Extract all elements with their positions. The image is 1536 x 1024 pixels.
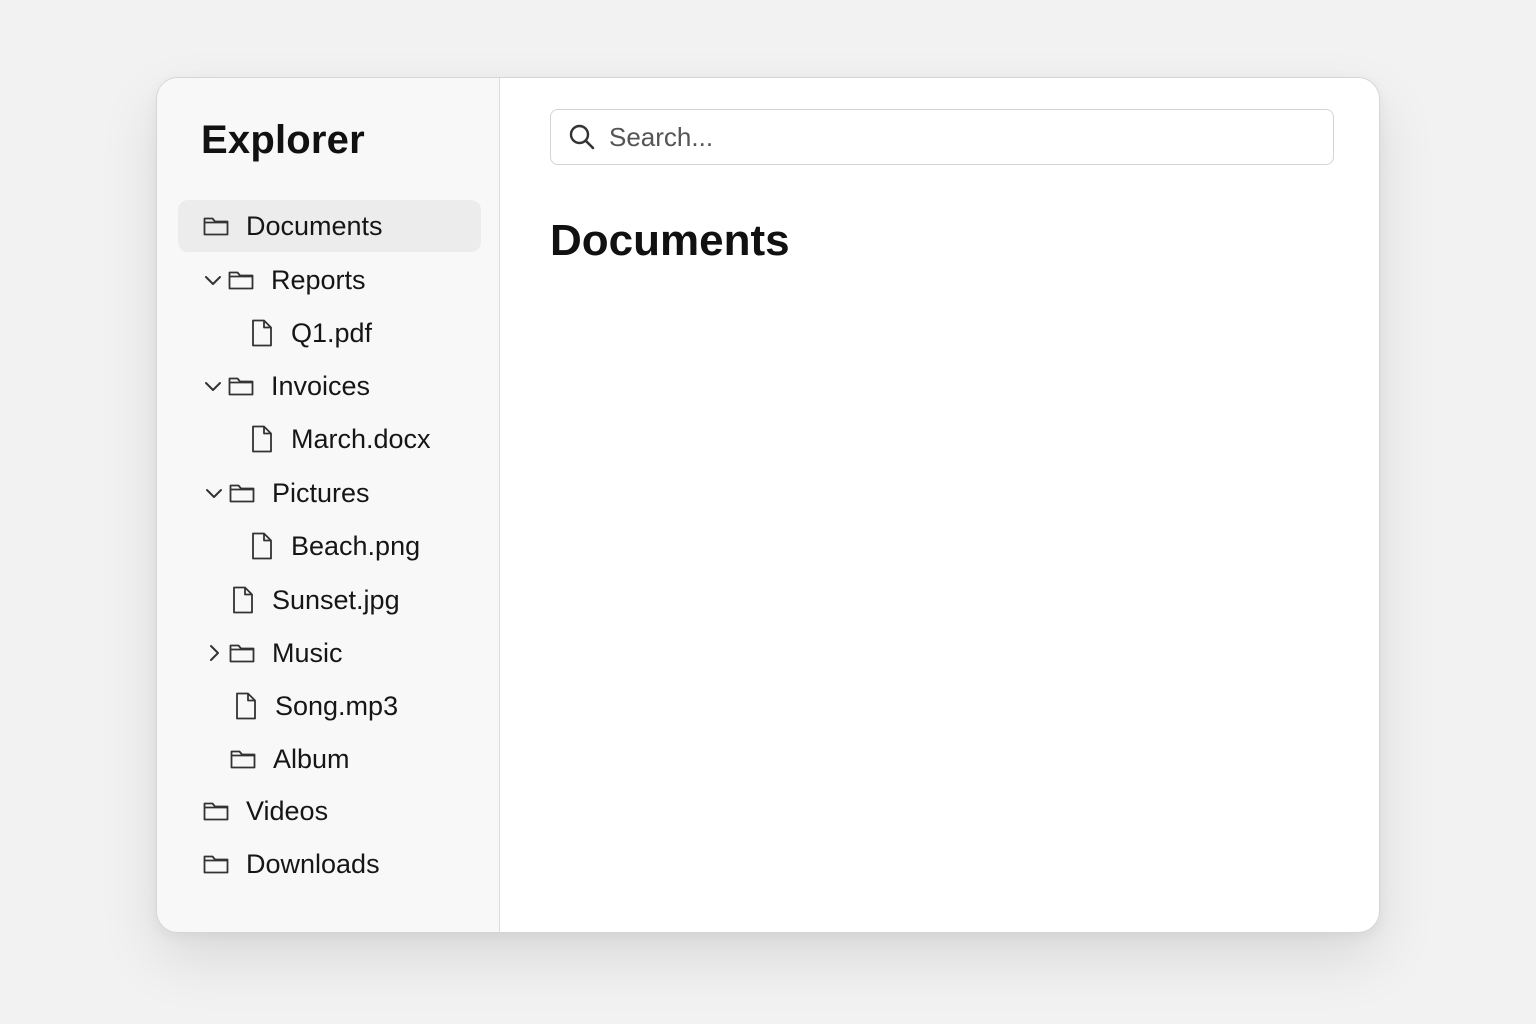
tree-item-label: Invoices <box>271 370 371 401</box>
tree-item-label: Beach.png <box>291 530 421 561</box>
tree-item-music[interactable]: Music <box>203 627 343 679</box>
tree-item-label: Song.mp3 <box>275 690 399 721</box>
app-title: Explorer <box>201 118 365 162</box>
tree-item-documents[interactable]: Documents <box>178 200 481 252</box>
tree-item-march-docx[interactable]: March.docx <box>249 413 431 465</box>
folder-icon <box>228 479 256 507</box>
tree-item-videos[interactable]: Videos <box>202 785 328 837</box>
tree-item-label: Music <box>272 637 343 668</box>
tree-item-q1-pdf[interactable]: Q1.pdf <box>249 307 372 359</box>
chevron-down-icon[interactable] <box>202 269 224 291</box>
tree-item-album[interactable]: Album <box>229 733 350 785</box>
search-box[interactable] <box>550 109 1334 165</box>
folder-icon <box>229 745 257 773</box>
folder-icon <box>227 372 255 400</box>
tree-item-label: Album <box>273 743 350 774</box>
tree-item-pictures[interactable]: Pictures <box>203 467 370 519</box>
folder-icon <box>227 266 255 294</box>
main-content: Documents <box>500 78 1379 932</box>
chevron-down-icon[interactable] <box>202 375 224 397</box>
search-icon <box>567 122 597 152</box>
folder-icon <box>202 212 230 240</box>
folder-icon <box>202 850 230 878</box>
folder-icon <box>202 797 230 825</box>
tree-item-label: March.docx <box>291 423 431 454</box>
search-input[interactable] <box>609 121 1309 153</box>
file-icon <box>249 531 275 561</box>
tree-item-reports[interactable]: Reports <box>202 254 366 306</box>
file-icon <box>230 585 256 615</box>
file-icon <box>249 318 275 348</box>
file-icon <box>233 691 259 721</box>
page-title: Documents <box>550 216 790 265</box>
sidebar: Explorer Documents Reports Q1.pdf Invoic… <box>157 78 500 932</box>
tree-item-beach-png[interactable]: Beach.png <box>249 520 420 572</box>
tree-item-sunset-jpg[interactable]: Sunset.jpg <box>230 574 400 626</box>
tree-item-downloads[interactable]: Downloads <box>202 838 380 890</box>
tree-item-invoices[interactable]: Invoices <box>202 360 370 412</box>
tree-item-song-mp3[interactable]: Song.mp3 <box>233 680 398 732</box>
chevron-down-icon[interactable] <box>203 482 225 504</box>
tree-item-label: Reports <box>271 264 366 295</box>
folder-icon <box>228 639 256 667</box>
tree-item-label: Sunset.jpg <box>272 584 400 615</box>
tree-item-label: Downloads <box>246 848 380 879</box>
tree-item-label: Pictures <box>272 477 370 508</box>
chevron-right-icon[interactable] <box>203 642 225 664</box>
tree-item-label: Documents <box>246 210 383 241</box>
explorer-window: Explorer Documents Reports Q1.pdf Invoic… <box>156 77 1380 933</box>
tree-item-label: Videos <box>246 795 329 826</box>
tree-item-label: Q1.pdf <box>291 317 373 348</box>
file-icon <box>249 424 275 454</box>
